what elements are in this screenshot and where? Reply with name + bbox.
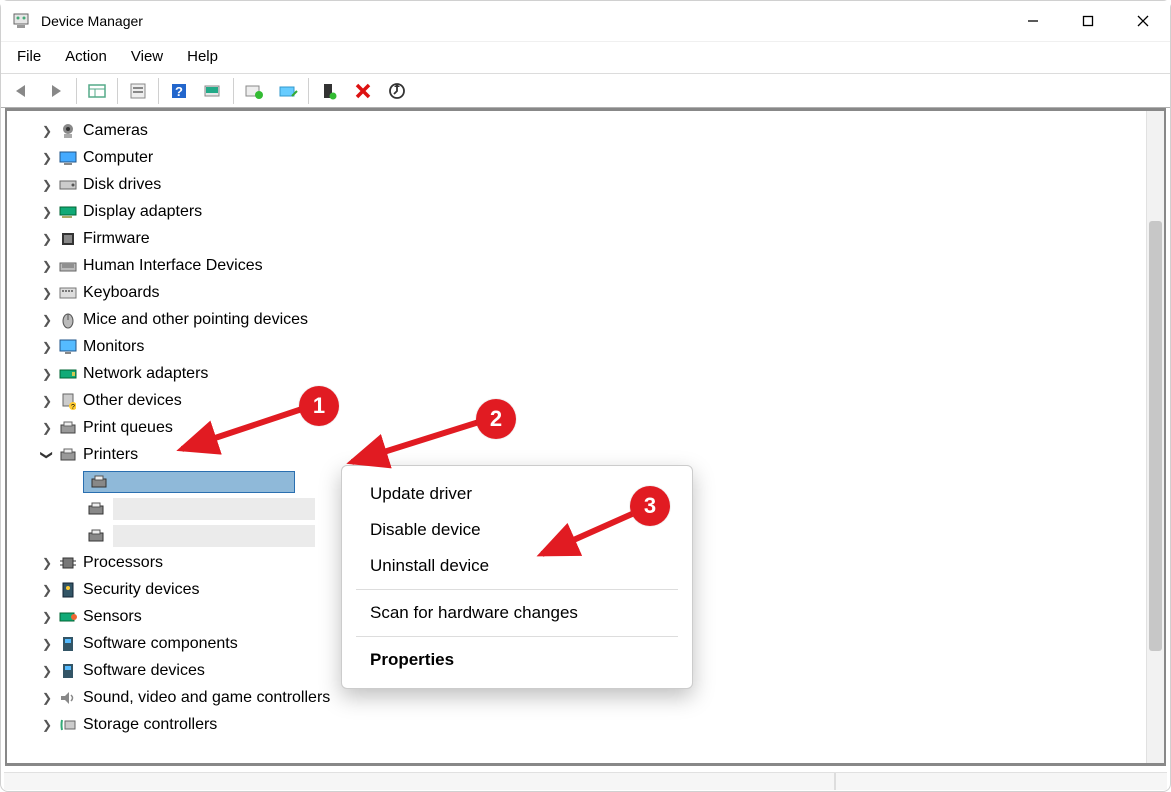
svg-text:?: ? xyxy=(71,404,75,410)
expand-icon[interactable]: ❯ xyxy=(37,340,57,354)
expand-icon[interactable]: ❯ xyxy=(37,151,57,165)
tree-item-printers[interactable]: ❯ Printers xyxy=(17,441,1164,468)
cm-uninstall-device[interactable]: Uninstall device xyxy=(342,548,692,584)
maximize-button[interactable] xyxy=(1060,1,1115,41)
display-adapter-icon xyxy=(57,202,79,222)
hid-icon xyxy=(57,256,79,276)
printer-device-icon xyxy=(85,526,107,546)
expand-icon[interactable]: ❯ xyxy=(37,394,57,408)
expand-icon[interactable]: ❯ xyxy=(37,286,57,300)
tree-item-keyboards[interactable]: ❯ Keyboards xyxy=(17,279,1164,306)
printer-icon xyxy=(57,445,79,465)
callout-1: 1 xyxy=(299,386,339,426)
sensor-icon xyxy=(57,607,79,627)
minimize-button[interactable] xyxy=(1005,1,1060,41)
content-area: ❯ Cameras ❯ Computer ❯ Disk drives ❯ Dis… xyxy=(5,108,1166,766)
expand-icon[interactable]: ❯ xyxy=(37,556,57,570)
tree-item-hid[interactable]: ❯ Human Interface Devices xyxy=(17,252,1164,279)
menubar: File Action View Help xyxy=(1,41,1170,74)
toolbar: ? xyxy=(1,74,1170,108)
expand-icon[interactable]: ❯ xyxy=(37,664,57,678)
printer-device-icon xyxy=(85,499,107,519)
window-title: Device Manager xyxy=(41,13,143,29)
menu-action[interactable]: Action xyxy=(61,46,111,67)
tree-item-other[interactable]: ❯ ? Other devices xyxy=(17,387,1164,414)
disable-device-button[interactable] xyxy=(273,77,303,105)
scan-changes-button[interactable] xyxy=(382,77,412,105)
expand-icon[interactable]: ❯ xyxy=(37,124,57,138)
update-driver-button[interactable] xyxy=(239,77,269,105)
expand-icon[interactable]: ❯ xyxy=(37,232,57,246)
sw-devices-icon xyxy=(57,661,79,681)
tree-item-firmware[interactable]: ❯ Firmware xyxy=(17,225,1164,252)
disk-icon xyxy=(57,175,79,195)
callout-3: 3 xyxy=(630,486,670,526)
storage-icon xyxy=(57,715,79,735)
expand-icon[interactable]: ❯ xyxy=(37,259,57,273)
app-icon xyxy=(11,11,31,31)
sw-components-icon xyxy=(57,634,79,654)
firmware-icon xyxy=(57,229,79,249)
callout-2: 2 xyxy=(476,399,516,439)
tree-item-network[interactable]: ❯ Network adapters xyxy=(17,360,1164,387)
sound-icon xyxy=(57,688,79,708)
network-icon xyxy=(57,364,79,384)
horizontal-scrollbar[interactable] xyxy=(4,772,1167,790)
monitor-icon xyxy=(57,337,79,357)
vertical-scroll-thumb[interactable] xyxy=(1149,221,1162,651)
menu-view[interactable]: View xyxy=(127,46,167,67)
mouse-icon xyxy=(57,310,79,330)
tree-item-disk-drives[interactable]: ❯ Disk drives xyxy=(17,171,1164,198)
expand-icon[interactable]: ❯ xyxy=(37,610,57,624)
expand-icon[interactable]: ❯ xyxy=(37,313,57,327)
tree-item-mice[interactable]: ❯ Mice and other pointing devices xyxy=(17,306,1164,333)
printer-device-icon xyxy=(88,472,110,492)
vertical-scrollbar[interactable] xyxy=(1146,111,1164,763)
uninstall-device-button[interactable] xyxy=(348,77,378,105)
forward-button[interactable] xyxy=(41,77,71,105)
print-queue-icon xyxy=(57,418,79,438)
tree-item-storage[interactable]: ❯ Storage controllers xyxy=(17,711,1164,738)
help-button[interactable]: ? xyxy=(164,77,194,105)
scan-hardware-button[interactable] xyxy=(198,77,228,105)
expand-icon[interactable]: ❯ xyxy=(37,205,57,219)
processor-icon xyxy=(57,553,79,573)
expand-icon[interactable]: ❯ xyxy=(37,691,57,705)
tree-item-monitors[interactable]: ❯ Monitors xyxy=(17,333,1164,360)
back-button[interactable] xyxy=(7,77,37,105)
security-icon xyxy=(57,580,79,600)
collapse-icon[interactable]: ❯ xyxy=(40,445,54,465)
tree-item-cameras[interactable]: ❯ Cameras xyxy=(17,117,1164,144)
other-devices-icon: ? xyxy=(57,391,79,411)
menu-file[interactable]: File xyxy=(13,46,45,67)
menu-help[interactable]: Help xyxy=(183,46,222,67)
tree-item-display-adapters[interactable]: ❯ Display adapters xyxy=(17,198,1164,225)
expand-icon[interactable]: ❯ xyxy=(37,583,57,597)
expand-icon[interactable]: ❯ xyxy=(37,718,57,732)
cm-scan-hardware[interactable]: Scan for hardware changes xyxy=(342,595,692,631)
expand-icon[interactable]: ❯ xyxy=(37,421,57,435)
computer-icon xyxy=(57,148,79,168)
close-button[interactable] xyxy=(1115,1,1170,41)
svg-text:?: ? xyxy=(175,84,183,99)
keyboard-icon xyxy=(57,283,79,303)
properties-button[interactable] xyxy=(123,77,153,105)
expand-icon[interactable]: ❯ xyxy=(37,637,57,651)
camera-icon xyxy=(57,121,79,141)
expand-icon[interactable]: ❯ xyxy=(37,178,57,192)
cm-properties[interactable]: Properties xyxy=(342,642,692,678)
tree-item-print-queues[interactable]: ❯ Print queues xyxy=(17,414,1164,441)
titlebar: Device Manager xyxy=(1,1,1170,41)
expand-icon[interactable]: ❯ xyxy=(37,367,57,381)
tree-item-computer[interactable]: ❯ Computer xyxy=(17,144,1164,171)
show-hide-tree-button[interactable] xyxy=(82,77,112,105)
enable-device-button[interactable] xyxy=(314,77,344,105)
